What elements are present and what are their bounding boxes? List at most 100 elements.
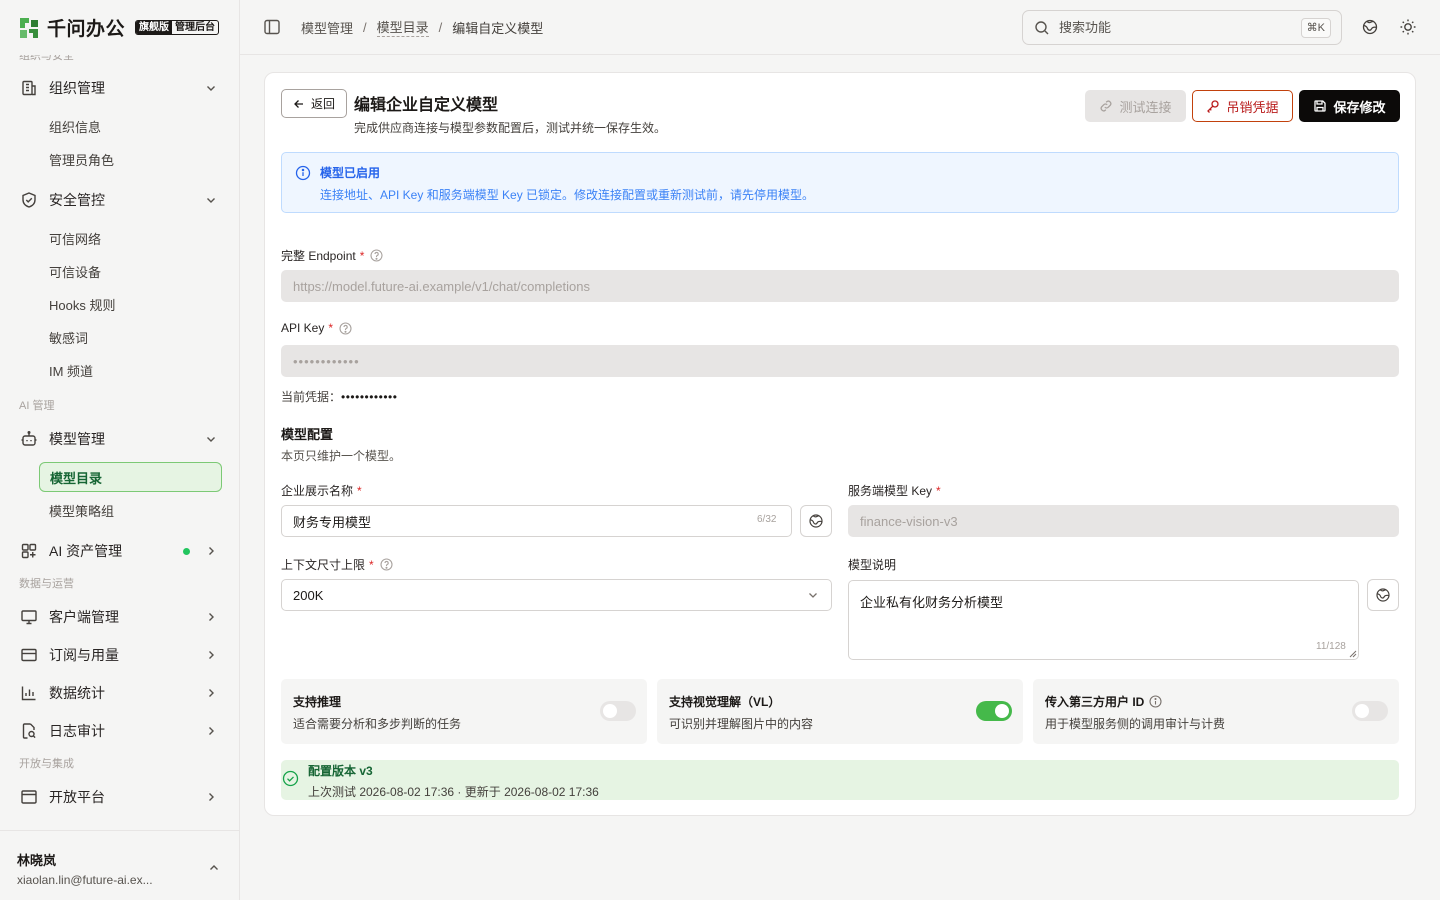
file-search-icon xyxy=(20,722,38,740)
required-mark: * xyxy=(357,483,362,498)
server-key-field[interactable]: finance-vision-v3 xyxy=(848,505,1399,537)
grid-plus-icon xyxy=(20,542,38,560)
nav-group-open-platform[interactable]: 开放平台 xyxy=(12,779,228,815)
breadcrumb-catalog[interactable]: 模型目录 xyxy=(376,17,429,37)
vision-switch[interactable] xyxy=(976,701,1012,721)
revoke-credential-label: 吊销凭据 xyxy=(1226,99,1279,115)
alert-title: 模型已启用 xyxy=(320,166,381,180)
nav-group-ai-assets[interactable]: AI 资产管理 xyxy=(12,533,228,569)
sidebar-item-model-policy[interactable]: 模型策略组 xyxy=(39,495,222,525)
user-id-switch[interactable] xyxy=(1352,701,1388,721)
test-connection-button[interactable]: 测试连接 xyxy=(1085,90,1186,122)
credit-card-icon xyxy=(20,646,38,664)
server-key-label-text: 服务端模型 Key xyxy=(848,484,933,498)
sidebar-item-admin-roles[interactable]: 管理员角色 xyxy=(39,144,222,174)
display-name-field[interactable]: 财务专用模型 xyxy=(281,505,792,537)
topbar: 模型管理 / 模型目录 / 编辑自定义模型 ⌘K xyxy=(240,0,1440,55)
endpoint-label-text: 完整 Endpoint xyxy=(281,249,356,263)
breadcrumb-current: 编辑自定义模型 xyxy=(452,20,544,36)
toggle-description: 用于模型服务侧的调用审计与计费 xyxy=(1045,717,1226,731)
sun-icon[interactable] xyxy=(1399,18,1417,36)
help-circle-icon[interactable] xyxy=(339,321,352,335)
globe-icon[interactable] xyxy=(1361,18,1379,36)
nav-group-stats[interactable]: 数据统计 xyxy=(12,675,228,711)
edition-badge: 旗舰版 管理后台 xyxy=(135,20,220,35)
revoke-credential-button[interactable]: 吊销凭据 xyxy=(1192,90,1293,122)
sidebar-item-im-channels[interactable]: IM 频道 xyxy=(39,355,222,385)
description-label-text: 模型说明 xyxy=(848,558,897,572)
current-credential: 当前凭据：•••••••••••• xyxy=(281,388,397,405)
toggle-card-vision: 支持视觉理解（VL） 可识别并理解图片中的内容 xyxy=(657,679,1023,744)
nav-group-clients[interactable]: 客户端管理 xyxy=(12,599,228,635)
info-icon[interactable] xyxy=(1149,695,1162,708)
nav-group-audit[interactable]: 日志审计 xyxy=(12,713,228,749)
chevron-down-icon xyxy=(204,81,218,95)
resize-handle-icon[interactable] xyxy=(1349,650,1357,658)
arrow-left-icon xyxy=(293,98,305,110)
nav-group-subscription[interactable]: 订阅与用量 xyxy=(12,637,228,673)
sidebar-item-trusted-device[interactable]: 可信设备 xyxy=(39,256,222,286)
save-button[interactable]: 保存修改 xyxy=(1299,90,1400,122)
nav-group-label: 安全管控 xyxy=(49,192,105,208)
translate-button[interactable] xyxy=(800,505,832,537)
sidebar-toggle-icon[interactable] xyxy=(263,18,281,36)
info-icon xyxy=(295,165,311,181)
page-title: 编辑企业自定义模型 xyxy=(354,97,499,114)
sidebar-item-hooks-rules[interactable]: Hooks 规则 xyxy=(39,289,222,319)
admin-label: 管理后台 xyxy=(175,22,216,33)
context-select[interactable]: 200K xyxy=(281,579,832,611)
user-menu[interactable]: 林晓岚 xiaolan.lin@future-ai.ex... xyxy=(0,830,239,900)
edit-model-card: 返回 编辑企业自定义模型 完成供应商连接与模型参数配置后，测试并统一保存生效。 … xyxy=(264,72,1416,816)
user-name: 林晓岚 xyxy=(17,853,57,868)
switch-knob xyxy=(603,704,617,718)
nav-group-security[interactable]: 安全管控 xyxy=(12,182,228,218)
switch-knob xyxy=(995,704,1009,718)
apikey-field[interactable]: •••••••••••• xyxy=(281,345,1399,377)
back-button[interactable]: 返回 xyxy=(281,89,347,118)
breadcrumb: 模型管理 / 模型目录 / 编辑自定义模型 xyxy=(301,17,543,37)
brand[interactable]: 千问办公 旗舰版 管理后台 xyxy=(0,0,239,55)
nav-group-label: 订阅与用量 xyxy=(49,647,119,663)
context-label-text: 上下文尺寸上限 xyxy=(281,558,366,572)
toggle-title: 传入第三方用户 ID xyxy=(1045,693,1162,710)
save-icon xyxy=(1313,99,1327,113)
section-title: 模型配置 xyxy=(281,427,334,442)
search-input[interactable] xyxy=(1059,20,1289,35)
chevron-down-icon xyxy=(204,193,218,207)
chevron-down-icon xyxy=(806,588,820,602)
nav-group-label: 日志审计 xyxy=(49,723,105,739)
display-name-label-text: 企业展示名称 xyxy=(281,484,354,498)
current-credential-label: 当前凭据： xyxy=(281,390,342,404)
sidebar-item-trusted-network[interactable]: 可信网络 xyxy=(39,223,222,253)
nav-group-label: 开放平台 xyxy=(49,789,105,805)
toggle-title-text: 支持推理 xyxy=(293,695,342,709)
search-box[interactable]: ⌘K xyxy=(1022,10,1342,45)
sidebar-item-model-catalog[interactable]: 模型目录 xyxy=(39,462,222,492)
description-value: 企业私有化财务分析模型 xyxy=(860,595,1004,610)
sidebar-item-org-info[interactable]: 组织信息 xyxy=(39,111,222,141)
translate-description-button[interactable] xyxy=(1367,579,1399,611)
nav-group-org[interactable]: 组织管理 xyxy=(12,70,228,106)
chevron-right-icon xyxy=(204,686,218,700)
toggle-description: 可识别并理解图片中的内容 xyxy=(669,717,814,731)
context-value: 200K xyxy=(293,587,324,603)
sidebar: 千问办公 旗舰版 管理后台 组织与安全 组织管理 组织信息 管理员角色 安全管控… xyxy=(0,0,240,900)
reasoning-switch[interactable] xyxy=(600,701,636,721)
status-dot xyxy=(183,547,190,555)
apikey-label: API Key * xyxy=(281,321,352,335)
sidebar-item-sensitive-words[interactable]: 敏感词 xyxy=(39,322,222,352)
display-name-value: 财务专用模型 xyxy=(293,514,372,530)
endpoint-field[interactable]: https://model.future-ai.example/v1/chat/… xyxy=(281,270,1399,302)
breadcrumb-models[interactable]: 模型管理 xyxy=(301,18,353,37)
version-detail: 上次测试 2026-08-02 17:36 · 更新于 2026-08-02 1… xyxy=(308,785,599,799)
save-label: 保存修改 xyxy=(1333,99,1386,115)
nav-group-models[interactable]: 模型管理 xyxy=(12,421,228,457)
help-circle-icon[interactable] xyxy=(380,558,393,571)
server-key-label: 服务端模型 Key * xyxy=(848,482,941,499)
description-textarea[interactable]: 企业私有化财务分析模型 xyxy=(848,580,1359,660)
section-ai: AI 管理 xyxy=(19,400,55,412)
back-label: 返回 xyxy=(310,97,335,111)
monitor-icon xyxy=(20,608,38,626)
apikey-label-text: API Key xyxy=(281,321,325,335)
help-circle-icon[interactable] xyxy=(370,249,383,262)
